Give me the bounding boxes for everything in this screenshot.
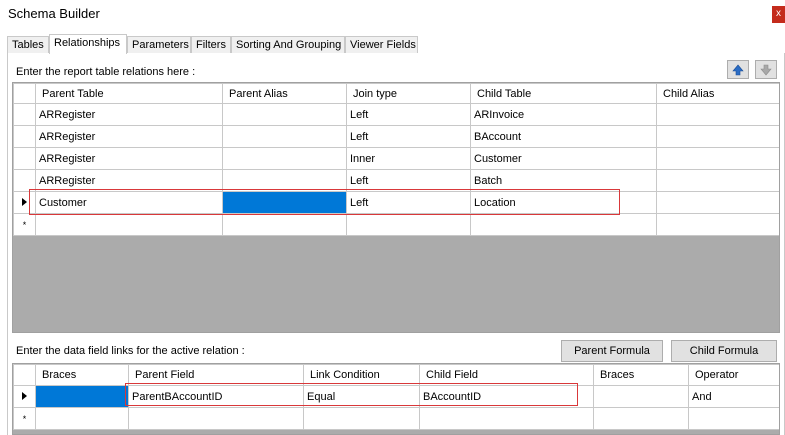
- row-header[interactable]: [13, 147, 36, 170]
- child-field-cell[interactable]: [419, 407, 594, 430]
- open-braces-cell[interactable]: [35, 407, 129, 430]
- corner-header: [13, 83, 36, 104]
- row-header[interactable]: [13, 125, 36, 148]
- row-header[interactable]: *: [13, 407, 36, 430]
- current-row-marker-icon: [22, 391, 27, 400]
- close-braces-cell[interactable]: [593, 385, 689, 408]
- link-condition-cell[interactable]: [303, 407, 420, 430]
- table-row[interactable]: ARRegister Inner Customer: [13, 147, 779, 170]
- child-table-cell[interactable]: ARInvoice: [470, 103, 657, 126]
- new-row[interactable]: *: [13, 213, 779, 236]
- table-row[interactable]: ARRegister Left Batch: [13, 169, 779, 192]
- join-type-cell[interactable]: Inner: [346, 147, 471, 170]
- table-row-active[interactable]: Customer Left Location: [13, 191, 779, 214]
- parent-alias-cell[interactable]: [222, 169, 347, 192]
- row-header[interactable]: [13, 169, 36, 192]
- column-header-open-braces[interactable]: Braces: [35, 364, 129, 386]
- child-table-cell[interactable]: Batch: [470, 169, 657, 192]
- parent-alias-cell[interactable]: [222, 103, 347, 126]
- parent-field-cell[interactable]: [128, 407, 304, 430]
- parent-table-cell[interactable]: Customer: [35, 191, 223, 214]
- child-field-cell[interactable]: BAccountID: [419, 385, 594, 408]
- parent-table-cell[interactable]: ARRegister: [35, 169, 223, 192]
- links-table: Braces Parent Field Link Condition Child…: [13, 364, 779, 430]
- close-braces-cell[interactable]: [593, 407, 689, 430]
- parent-alias-cell-selected[interactable]: [222, 191, 347, 214]
- relations-label: Enter the report table relations here :: [16, 66, 196, 78]
- child-alias-cell[interactable]: [656, 169, 779, 192]
- links-grid: Braces Parent Field Link Condition Child…: [12, 363, 780, 435]
- row-header[interactable]: [13, 103, 36, 126]
- table-row-active[interactable]: ParentBAccountID Equal BAccountID And: [13, 385, 779, 408]
- current-row-marker-icon: [22, 197, 27, 206]
- column-header-parent-field[interactable]: Parent Field: [128, 364, 304, 386]
- parent-formula-button[interactable]: Parent Formula: [561, 340, 663, 362]
- column-header-close-braces[interactable]: Braces: [593, 364, 689, 386]
- join-type-cell[interactable]: Left: [346, 103, 471, 126]
- title-bar: Schema Builder x: [0, 0, 785, 30]
- tab-filters[interactable]: Filters: [191, 36, 231, 54]
- row-header[interactable]: *: [13, 213, 36, 236]
- column-header-link-condition[interactable]: Link Condition: [303, 364, 420, 386]
- arrow-down-icon: [760, 64, 772, 76]
- child-table-cell[interactable]: Customer: [470, 147, 657, 170]
- parent-table-cell[interactable]: ARRegister: [35, 147, 223, 170]
- relations-grid: Parent Table Parent Alias Join type Chil…: [12, 82, 780, 333]
- child-alias-cell[interactable]: [656, 147, 779, 170]
- arrow-up-icon: [732, 64, 744, 76]
- parent-alias-cell[interactable]: [222, 125, 347, 148]
- child-table-cell[interactable]: Location: [470, 191, 657, 214]
- operator-cell[interactable]: And: [688, 385, 779, 408]
- child-table-cell[interactable]: [470, 213, 657, 236]
- child-alias-cell[interactable]: [656, 103, 779, 126]
- relations-header-row: Parent Table Parent Alias Join type Chil…: [13, 83, 779, 104]
- child-alias-cell[interactable]: [656, 191, 779, 214]
- new-row-marker: *: [22, 219, 27, 230]
- parent-field-cell[interactable]: ParentBAccountID: [128, 385, 304, 408]
- close-button[interactable]: x: [772, 6, 785, 23]
- move-down-button[interactable]: [755, 60, 777, 79]
- join-type-cell[interactable]: [346, 213, 471, 236]
- new-row-marker: *: [22, 413, 27, 424]
- tab-parameters[interactable]: Parameters: [127, 36, 191, 54]
- column-header-child-table[interactable]: Child Table: [470, 83, 657, 104]
- column-header-parent-table[interactable]: Parent Table: [35, 83, 223, 104]
- row-header[interactable]: [13, 191, 36, 214]
- column-header-child-alias[interactable]: Child Alias: [656, 83, 779, 104]
- column-header-child-field[interactable]: Child Field: [419, 364, 594, 386]
- links-header-row: Braces Parent Field Link Condition Child…: [13, 364, 779, 386]
- child-table-cell[interactable]: BAccount: [470, 125, 657, 148]
- join-type-cell[interactable]: Left: [346, 169, 471, 192]
- relations-table: Parent Table Parent Alias Join type Chil…: [13, 83, 779, 236]
- link-condition-cell[interactable]: Equal: [303, 385, 420, 408]
- table-row[interactable]: ARRegister Left BAccount: [13, 125, 779, 148]
- parent-table-cell[interactable]: ARRegister: [35, 125, 223, 148]
- parent-alias-cell[interactable]: [222, 213, 347, 236]
- links-label: Enter the data field links for the activ…: [16, 345, 245, 357]
- parent-alias-cell[interactable]: [222, 147, 347, 170]
- window-title: Schema Builder: [8, 6, 100, 21]
- operator-cell[interactable]: [688, 407, 779, 430]
- child-alias-cell[interactable]: [656, 125, 779, 148]
- child-formula-button[interactable]: Child Formula: [671, 340, 777, 362]
- tab-relationships[interactable]: Relationships: [49, 34, 127, 54]
- tab-tables[interactable]: Tables: [7, 36, 49, 54]
- parent-table-cell[interactable]: ARRegister: [35, 103, 223, 126]
- join-type-cell[interactable]: Left: [346, 125, 471, 148]
- tab-sorting-and-grouping[interactable]: Sorting And Grouping: [231, 36, 345, 54]
- tab-viewer-fields[interactable]: Viewer Fields: [345, 36, 418, 54]
- child-alias-cell[interactable]: [656, 213, 779, 236]
- column-header-parent-alias[interactable]: Parent Alias: [222, 83, 347, 104]
- parent-table-cell[interactable]: [35, 213, 223, 236]
- move-up-button[interactable]: [727, 60, 749, 79]
- join-type-cell[interactable]: Left: [346, 191, 471, 214]
- corner-header: [13, 364, 36, 386]
- column-header-operator[interactable]: Operator: [688, 364, 779, 386]
- table-row[interactable]: ARRegister Left ARInvoice: [13, 103, 779, 126]
- open-braces-cell-selected[interactable]: [35, 385, 129, 408]
- row-header[interactable]: [13, 385, 36, 408]
- column-header-join-type[interactable]: Join type: [346, 83, 471, 104]
- new-row[interactable]: *: [13, 407, 779, 430]
